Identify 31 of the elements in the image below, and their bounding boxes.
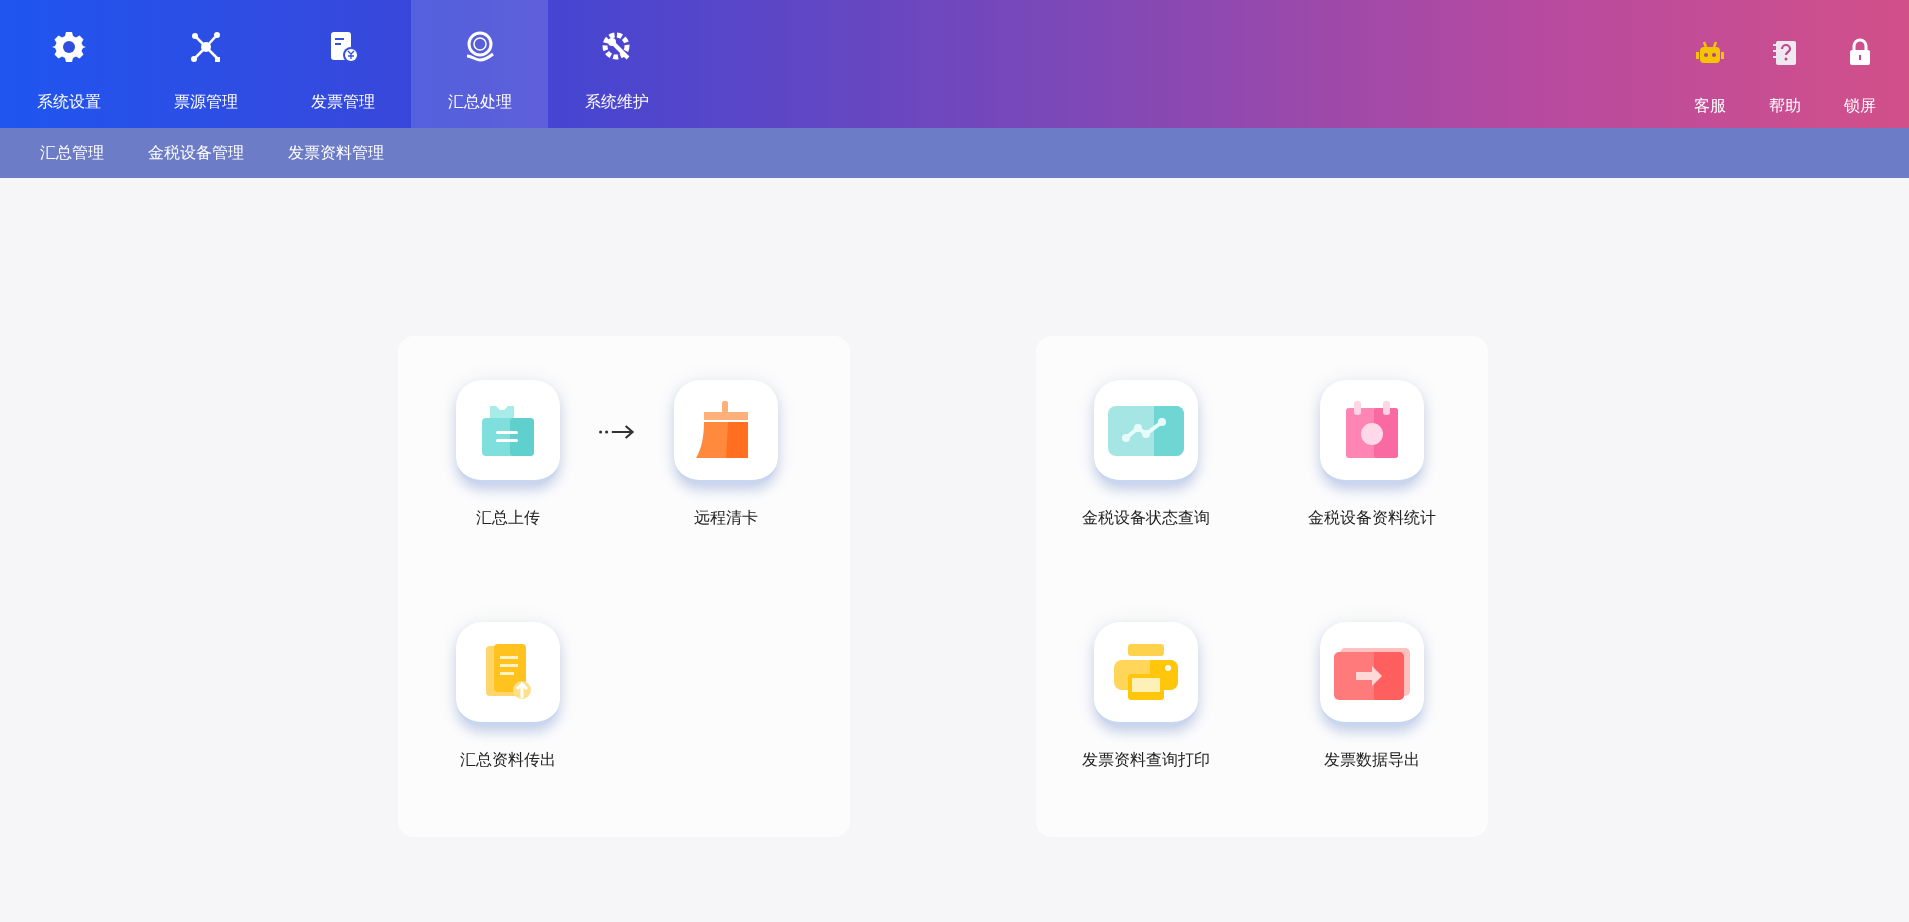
sub-nav-link[interactable]: 金税设备管理 [126,128,266,178]
gear-icon [51,30,86,64]
header-action[interactable]: 锁屏 [1822,0,1897,128]
dotted-arrow-icon [598,422,636,442]
nav-tab[interactable]: 发票管理 [274,0,411,128]
tile-label: 汇总上传 [476,508,540,528]
lock-icon [1847,38,1872,66]
network-nodes-icon [188,30,223,64]
sub-nav-link[interactable]: 汇总管理 [18,128,126,178]
tile-label: 汇总资料传出 [460,750,556,770]
tile-label: 金税设备资料统计 [1308,508,1436,528]
header-action[interactable]: 帮助 [1747,0,1822,128]
tile-label: 发票数据导出 [1324,750,1420,770]
nav-tab[interactable]: 系统设置 [0,0,137,128]
tile-label: 远程清卡 [694,508,758,528]
tile-label: 金税设备状态查询 [1082,508,1210,528]
sub-nav-link[interactable]: 发票资料管理 [266,128,406,178]
robot-icon [1694,40,1725,66]
tile-label: 发票资料查询打印 [1082,750,1210,770]
nav-tab[interactable]: 票源管理 [137,0,274,128]
tile-button[interactable] [1320,380,1424,484]
tile-button[interactable] [456,380,560,484]
tile-button[interactable] [1094,622,1198,726]
tile-button[interactable] [456,622,560,726]
tile-button[interactable] [1320,622,1424,726]
header-action[interactable]: 客服 [1672,0,1747,128]
nav-tab[interactable]: 系统维护 [548,0,685,128]
tile-button[interactable] [674,380,778,484]
nav-tab[interactable]: 汇总处理 [411,0,548,128]
tile-button[interactable] [1094,380,1198,484]
help-book-icon [1772,40,1797,66]
